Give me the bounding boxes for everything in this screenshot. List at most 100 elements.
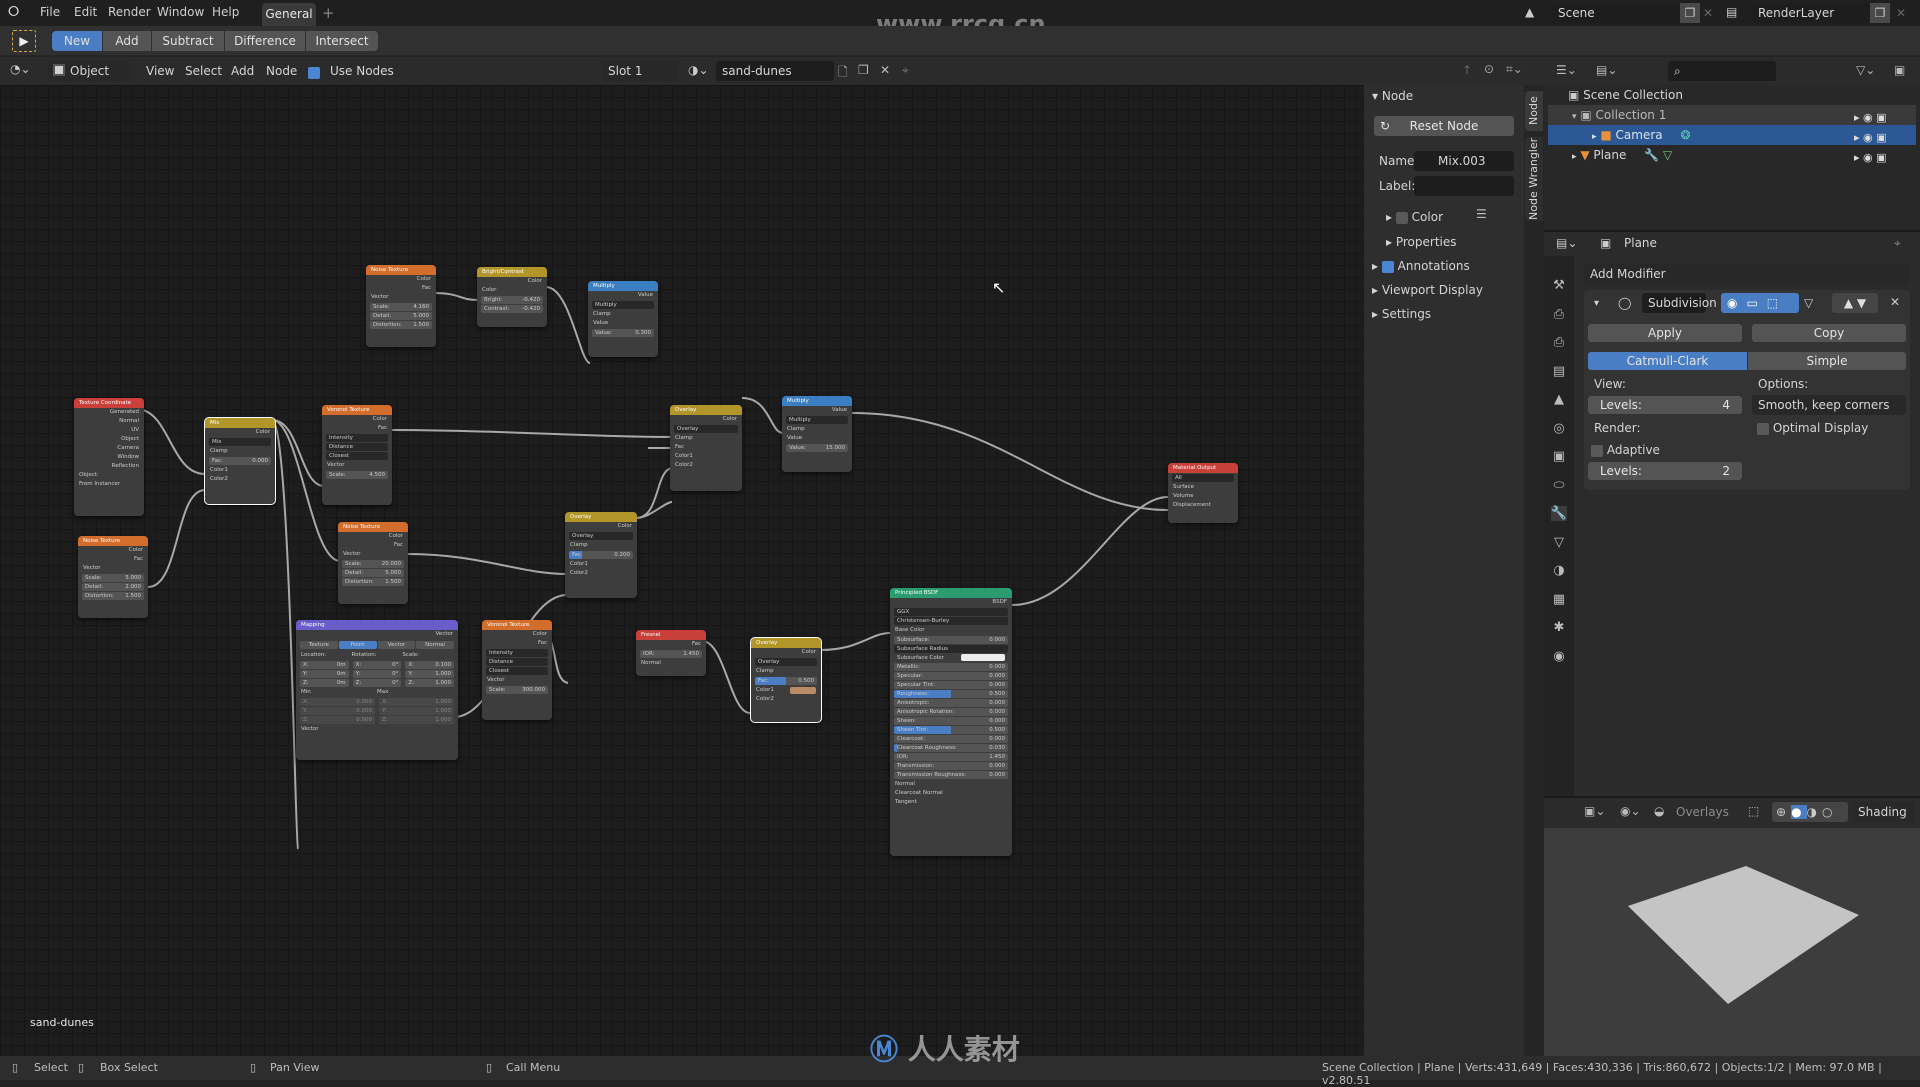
menu-help[interactable]: Help <box>212 5 239 19</box>
scale-field[interactable]: Scale: 300.000 <box>486 686 548 694</box>
node-editor-canvas[interactable] <box>0 85 1364 1056</box>
parent-node-tree-icon[interactable]: ↑ <box>1462 63 1472 77</box>
socket-color[interactable]: Color <box>751 648 821 657</box>
coloring-dropdown[interactable]: Intensity <box>486 649 548 657</box>
distortion-field[interactable]: Distortion: 1.500 <box>370 321 432 329</box>
distortion-field[interactable]: Distortion: 1.500 <box>82 592 144 600</box>
contrast-field[interactable]: Contrast: -0.420 <box>481 305 543 313</box>
editor-type-icon[interactable]: ◔⌄ <box>10 62 31 76</box>
uv-smooth-dropdown[interactable]: Smooth, keep corners <box>1752 395 1906 415</box>
duplicate-material-icon[interactable]: ❐ <box>858 63 869 77</box>
unlink-material-icon[interactable]: ✕ <box>880 63 890 77</box>
bsdf-field[interactable]: Transmission: 0.000 <box>894 762 1008 770</box>
node-mapping[interactable]: Mapping Vector Texture Point Vector Norm… <box>296 620 458 760</box>
socket-normal[interactable]: Normal <box>74 417 144 426</box>
clamp-checkbox[interactable]: Clamp <box>670 434 742 443</box>
socket-fac[interactable]: Fac <box>78 555 148 564</box>
tab-general[interactable]: General <box>262 3 316 26</box>
optimal-display-checkbox[interactable]: Optimal Display <box>1757 421 1868 435</box>
expand-icon[interactable]: ▸ <box>1572 152 1577 162</box>
operation-dropdown[interactable]: Multiply <box>786 416 848 424</box>
type-vector[interactable]: Vector <box>377 641 416 649</box>
xray-icon[interactable]: ⬚ <box>1748 804 1759 818</box>
coloring-dropdown[interactable]: Intensity <box>326 434 388 442</box>
socket-uv[interactable]: UV <box>74 426 144 435</box>
subsurface-method-dropdown[interactable]: Christensen-Burley <box>894 617 1008 625</box>
socket-value[interactable]: Value <box>588 291 658 300</box>
type-texture[interactable]: Texture <box>300 641 338 649</box>
scale-field[interactable]: Scale: 5.000 <box>82 574 144 582</box>
scene-close-icon[interactable]: ✕ <box>1703 3 1713 23</box>
node-texture-coordinate[interactable]: Texture Coordinate Generated Normal UV O… <box>74 398 144 516</box>
socket-color2[interactable]: Color2 <box>751 695 821 704</box>
socket-normal[interactable]: Normal <box>890 780 1012 789</box>
properties-tab-icons[interactable]: ⚒ ⎙ ⎙ ▤ ▲ ◎ ▣ ⬭ 🔧 ▽ ◑ ▦ ✱ ◉ <box>1550 272 1568 671</box>
socket-generated[interactable]: Generated <box>74 408 144 417</box>
distance-dropdown[interactable]: Distance <box>326 443 388 451</box>
transform-field[interactable]: X: 0m <box>300 661 349 669</box>
bright-field[interactable]: Bright: -0.420 <box>481 296 543 304</box>
transform-field[interactable]: X: 0° <box>352 661 402 669</box>
on-cage-icon[interactable]: ▽ <box>1804 296 1813 310</box>
detail-field[interactable]: Detail: 2.000 <box>82 583 144 591</box>
outliner-row-scene-collection[interactable]: ▣ Scene Collection <box>1548 85 1916 105</box>
socket-value[interactable]: Value <box>782 406 852 415</box>
fac-field[interactable]: Fac: 0.200 <box>569 551 633 559</box>
socket-fac[interactable]: Fac <box>366 284 436 293</box>
socket-color1[interactable]: Color1 <box>205 466 275 475</box>
material-name-field[interactable]: sand-dunes <box>716 61 834 81</box>
bsdf-field[interactable]: Specular: 0.000 <box>894 672 1008 680</box>
menu-file[interactable]: File <box>40 5 60 19</box>
node-panel-header[interactable]: ▾ Node <box>1372 89 1413 103</box>
transform-field[interactable]: Y: 0° <box>352 670 402 678</box>
value-field[interactable]: Value: 15.000 <box>786 444 848 452</box>
ior-field[interactable]: IOR: 1.450 <box>640 650 702 658</box>
socket-vector[interactable]: Vector <box>338 550 408 559</box>
overlays-dropdown[interactable]: Overlays <box>1676 805 1729 819</box>
socket-color[interactable]: Color <box>670 415 742 424</box>
node-voronoi-texture[interactable]: Voronoi Texture Color Fac Intensity Dist… <box>322 405 392 505</box>
clamp-checkbox[interactable]: Clamp <box>565 541 637 550</box>
outliner-toggles[interactable]: ▸ ◉ ▣ ▸ ◉ ▣ ▸ ◉ ▣ <box>1854 108 1887 168</box>
socket-fac[interactable]: Fac <box>322 424 392 433</box>
bsdf-field[interactable]: Clearcoat: 0.000 <box>894 735 1008 743</box>
copy-button[interactable]: Copy <box>1752 324 1906 342</box>
socket-color2[interactable]: Color2 <box>205 475 275 484</box>
minmax-field[interactable]: Y: 0.000 <box>300 707 375 715</box>
pin-icon[interactable]: ⌖ <box>1894 236 1901 251</box>
node-overlay[interactable]: Overlay Color Overlay Clamp Fac: 0.500 Co… <box>750 637 822 723</box>
socket-camera[interactable]: Camera <box>74 444 144 453</box>
selectability-icon[interactable]: ◉⌄ <box>1620 804 1641 818</box>
bsdf-field[interactable]: Roughness: 0.500 <box>894 690 1008 698</box>
apply-button[interactable]: Apply <box>1588 324 1742 342</box>
node-overlay[interactable]: Overlay Color Overlay Clamp Fac Color1 C… <box>670 405 742 491</box>
remove-modifier-icon[interactable]: ✕ <box>1890 295 1900 309</box>
overlays-toggle-icon[interactable]: ◒ <box>1654 804 1664 818</box>
pin-icon[interactable]: ⌖ <box>902 63 909 78</box>
render-levels-field[interactable]: Levels: 2 <box>1588 462 1742 480</box>
outliner-search-input[interactable]: ⌕ <box>1668 61 1776 81</box>
distribution-dropdown[interactable]: GGX <box>894 608 1008 616</box>
fac-field[interactable]: Fac: 0.000 <box>209 457 271 465</box>
bsdf-field[interactable]: Transmission Roughness: 0.000 <box>894 771 1008 779</box>
mode-intersect-button[interactable]: Intersect <box>306 31 378 51</box>
color-subpanel[interactable]: ▸ Color <box>1386 210 1443 224</box>
modifier-name-field[interactable]: Subdivision <box>1642 293 1717 313</box>
object-field[interactable]: Object: <box>74 471 144 480</box>
socket-clearcoat-normal[interactable]: Clearcoat Normal <box>890 789 1012 798</box>
socket-color[interactable]: Color <box>482 630 552 639</box>
menu-add[interactable]: Add <box>231 64 254 78</box>
target-dropdown[interactable]: All <box>1172 474 1234 482</box>
simple-button[interactable]: Simple <box>1748 352 1906 370</box>
modifier-visibility-toggles[interactable]: ◉▭⬚ <box>1721 293 1799 313</box>
bsdf-field[interactable]: Sheen Tint: 0.500 <box>894 726 1008 734</box>
display-mode-icon[interactable]: ☰⌄ <box>1556 63 1577 77</box>
blend-dropdown[interactable]: Mix <box>209 438 271 446</box>
add-workspace-button[interactable]: + <box>322 4 335 22</box>
bsdf-field[interactable]: Subsurface Radius <box>894 645 1008 653</box>
fac-field[interactable]: Fac: 0.500 <box>755 677 817 685</box>
socket-bsdf[interactable]: BSDF <box>890 598 1012 607</box>
blend-dropdown[interactable]: Overlay <box>569 532 633 540</box>
transform-field[interactable]: Z: 0m <box>300 679 349 687</box>
clamp-checkbox[interactable]: Clamp <box>588 310 658 319</box>
